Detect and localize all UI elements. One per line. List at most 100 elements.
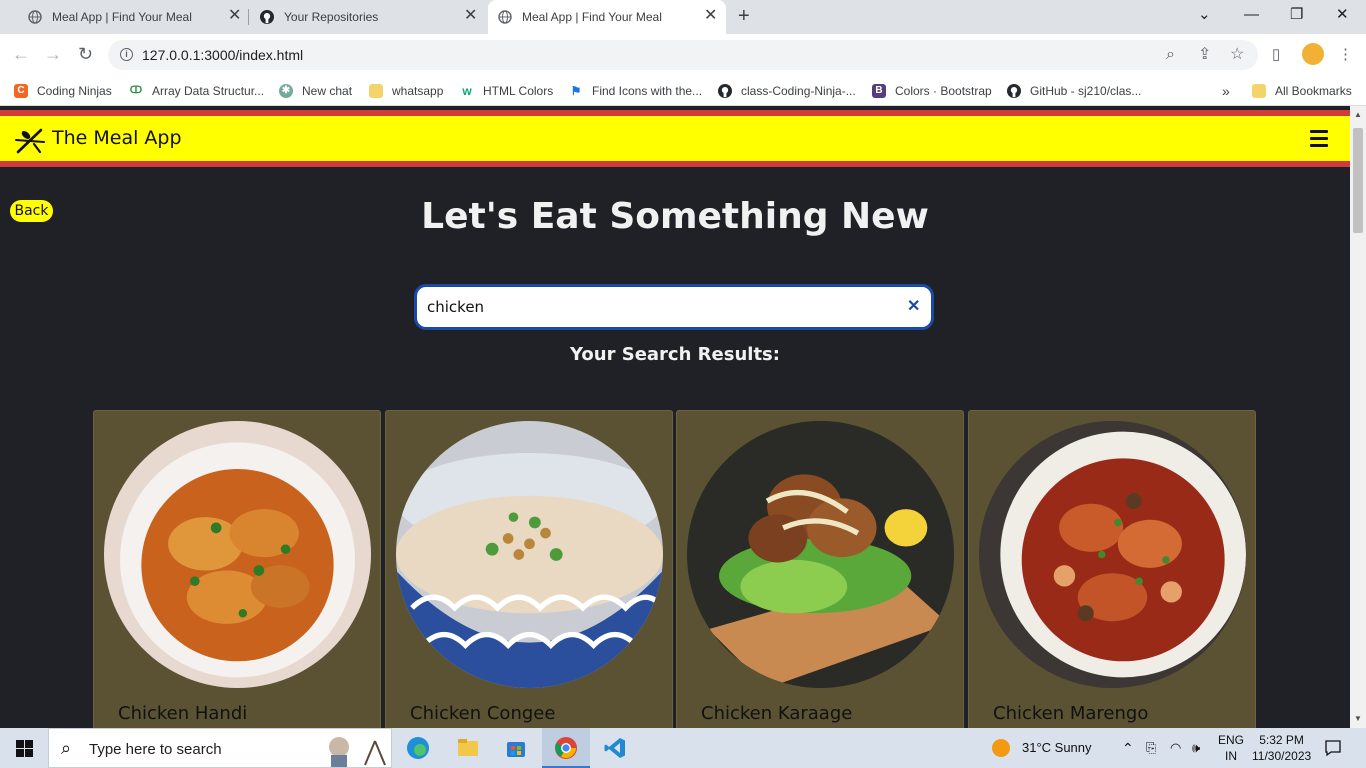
scroll-down-arrow-icon[interactable]: ▼ [1354,714,1362,723]
side-panel-icon[interactable]: ▯ [1272,46,1280,64]
bookmark-html-colors[interactable]: w HTML Colors [460,82,553,100]
avatar[interactable] [1302,43,1324,65]
sun-weather-icon[interactable] [991,738,1011,758]
file-explorer-icon[interactable] [456,736,480,760]
meet-now-icon[interactable]: ⎘ [1146,740,1156,756]
address-bar[interactable]: i 127.0.0.1:3000/index.html ⌕ ⇪ ☆ [108,40,1258,70]
meal-name[interactable]: Chicken Karaage [701,703,852,724]
input-language[interactable]: ENG IN [1218,732,1244,764]
minimize-button[interactable]: — [1244,6,1259,24]
coding-ninjas-icon: C [14,84,28,98]
edge-browser-icon[interactable] [406,736,430,760]
more-bookmarks-chevron-icon[interactable]: » [1222,82,1230,100]
folder-icon [369,84,383,98]
search-input[interactable] [427,295,887,319]
clock-date: 11/30/2023 [1252,749,1312,763]
bookmark-colors-bootstrap[interactable]: B Colors · Bootstrap [872,82,992,100]
zoom-search-icon[interactable]: ⌕ [1166,45,1175,65]
page-scrollbar[interactable]: ▲ ▼ [1350,106,1366,728]
tab-meal-app-1[interactable]: Meal App | Find Your Meal ✕ [8,0,248,34]
tab-title: Your Repositories [284,10,379,24]
close-icon[interactable]: ✕ [228,8,241,24]
close-icon[interactable]: ✕ [464,8,477,24]
bookmark-label: whatsapp [392,84,444,98]
bookmark-find-icons[interactable]: ⚑ Find Icons with the... [569,82,702,100]
vscode-icon[interactable] [603,736,627,760]
bootstrap-icon: B [872,84,886,98]
globe-icon [28,10,42,24]
app-navbar: The Meal App [0,110,1350,167]
taskbar-search-box[interactable]: ⌕ Type here to search [48,728,392,768]
bookmark-label: Array Data Structur... [152,84,265,98]
results-heading: Your Search Results: [570,344,780,365]
meal-image[interactable] [979,421,1246,688]
show-hidden-icons-chevron-icon[interactable]: ⌃ [1122,740,1134,757]
search-icon: ⌕ [61,738,72,758]
meal-image[interactable] [687,421,954,688]
volume-icon[interactable]: 🕪 [1192,740,1200,756]
meal-card[interactable]: Chicken Marengo [968,410,1256,728]
globe-icon [498,10,512,24]
search-highlight-illustration-icon [329,737,386,767]
github-icon [1007,84,1021,98]
hamburger-menu-icon[interactable] [1310,130,1328,147]
tab-divider [248,9,249,25]
app-brand-name[interactable]: The Meal App [52,127,182,149]
share-icon[interactable]: ⇪ [1198,45,1211,65]
meal-card[interactable]: Chicken Karaage [676,410,964,728]
meal-card[interactable]: Chicken Congee [385,410,673,728]
restore-button[interactable]: ❐ [1290,6,1303,24]
bookmarks-bar: C Coding Ninjas ↀ Array Data Structur...… [0,76,1366,106]
wifi-icon[interactable]: ◠ [1170,740,1181,756]
clear-search-icon[interactable]: ✕ [907,298,920,316]
forward-arrow-icon[interactable]: → [44,44,62,64]
system-clock[interactable]: 5:32 PM 11/30/2023 [1252,732,1311,764]
chatgpt-icon: ✱ [279,84,293,98]
taskbar-search-placeholder: Type here to search [89,741,222,758]
meal-name[interactable]: Chicken Congee [410,703,555,724]
tab-title: Meal App | Find Your Meal [52,10,192,24]
bookmark-new-chat[interactable]: ✱ New chat [279,82,352,100]
meal-image[interactable] [104,421,371,688]
bookmark-github-sj210[interactable]: GitHub - sj210/clas... [1007,82,1141,100]
scroll-up-arrow-icon[interactable]: ▲ [1354,110,1362,119]
browser-toolbar: ← → ↻ i 127.0.0.1:3000/index.html ⌕ ⇪ ☆ … [0,34,1366,76]
bookmark-whatsapp[interactable]: whatsapp [369,82,443,100]
meal-name[interactable]: Chicken Handi [118,703,247,724]
microsoft-store-icon[interactable] [504,736,528,760]
weather-text[interactable]: 31°C Sunny [1022,740,1092,755]
all-bookmarks-button[interactable]: All Bookmarks [1252,82,1352,100]
chrome-taskbar-button[interactable] [542,728,590,768]
bookmark-coding-ninjas[interactable]: C Coding Ninjas [14,82,112,100]
more-menu-icon[interactable]: ⋮ [1338,46,1353,64]
close-window-button[interactable]: ✕ [1336,6,1349,24]
back-arrow-icon[interactable]: ← [12,44,30,64]
browser-tab-strip: Meal App | Find Your Meal ✕ Your Reposit… [0,0,1366,34]
bookmark-star-icon[interactable]: ☆ [1230,45,1244,65]
tab-your-repositories[interactable]: Your Repositories ✕ [250,0,486,34]
new-tab-button[interactable]: + [738,6,750,26]
bookmark-label: Coding Ninjas [37,84,112,98]
scrollbar-thumb[interactable] [1353,128,1363,233]
url-text[interactable]: 127.0.0.1:3000/index.html [142,47,303,63]
bookmark-class-coding-ninja[interactable]: class-Coding-Ninja-... [718,82,856,100]
page-title: Let's Eat Something New [421,196,929,237]
meal-card[interactable]: Chicken Handi [93,410,381,728]
taskbar: ⌕ Type here to search 31°C Sunny ⌃ ⎘ ◠ 🕪… [0,728,1366,768]
page-content: The Meal App Back Let's Eat Something Ne… [0,106,1350,728]
bookmark-array-data-structure[interactable]: ↀ Array Data Structur... [129,82,264,100]
reload-icon[interactable]: ↻ [78,44,93,64]
close-icon[interactable]: ✕ [704,8,717,24]
meal-image[interactable] [396,421,663,688]
chrome-icon [555,737,577,759]
notifications-icon[interactable] [1324,739,1342,757]
search-box[interactable]: ✕ [414,284,934,330]
tab-meal-app-active[interactable]: Meal App | Find Your Meal ✕ [488,0,726,34]
site-info-icon[interactable]: i [120,48,133,61]
meal-name[interactable]: Chicken Marengo [993,703,1148,724]
windows-start-icon[interactable] [16,740,33,757]
gfg-icon: ↀ [129,85,143,96]
github-icon [718,84,732,98]
flag-icon: ⚑ [570,84,582,98]
tab-search-chevron-icon[interactable]: ⌄ [1198,6,1211,24]
